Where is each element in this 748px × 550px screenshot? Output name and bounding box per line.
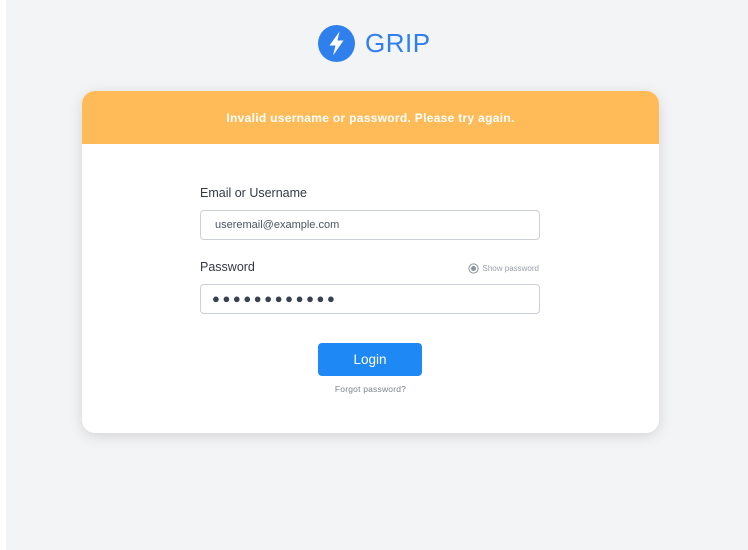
error-alert: Invalid username or password. Please try… [82, 91, 659, 144]
brand-header: GRIP [318, 24, 431, 62]
password-masked-value[interactable]: ●●●●●●●●●●●● [212, 285, 337, 313]
show-password-label: Show password [482, 264, 539, 273]
forgot-password-link[interactable]: Forgot password? [82, 384, 659, 394]
email-field[interactable] [200, 210, 540, 240]
brand-name: GRIP [365, 27, 431, 58]
login-card: Invalid username or password. Please try… [82, 91, 659, 433]
error-alert-message: Invalid username or password. Please try… [226, 110, 515, 125]
radio-icon[interactable] [467, 263, 479, 274]
show-password-toggle[interactable]: Show password [467, 263, 539, 274]
password-field[interactable]: ●●●●●●●●●●●● [200, 284, 540, 314]
lightning-bolt-icon [318, 24, 355, 62]
login-page: GRIP Invalid username or password. Pleas… [6, 0, 748, 550]
password-label: Password [200, 260, 255, 274]
email-label: Email or Username [200, 186, 307, 200]
login-button[interactable]: Login [318, 343, 422, 376]
email-input[interactable] [215, 211, 525, 239]
